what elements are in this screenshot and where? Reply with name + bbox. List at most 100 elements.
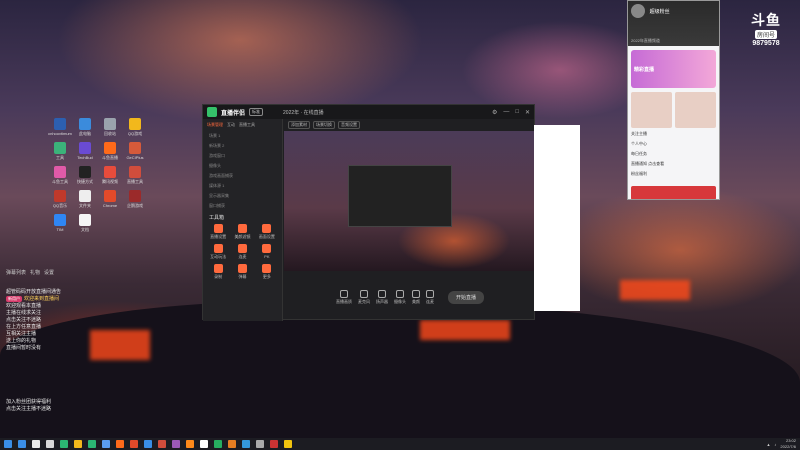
scene-item[interactable]: 显示器采集 (203, 191, 282, 201)
taskbar-app-icon[interactable] (116, 440, 124, 448)
close-icon[interactable]: ✕ (525, 109, 530, 116)
desktop-icon[interactable]: 快捷方式 (73, 166, 97, 185)
scene-item[interactable]: 摄像头 (203, 161, 282, 171)
settings-icon[interactable]: ⚙ (492, 109, 497, 116)
taskbar-app-icon[interactable] (130, 440, 138, 448)
taskbar-app-icon[interactable] (74, 440, 82, 448)
tool-button[interactable]: 录制 (207, 264, 229, 280)
desktop-icon[interactable]: 此电脑 (73, 118, 97, 137)
clock[interactable]: 23:02 2022/7/6 (780, 438, 796, 450)
taskbar-app-icon[interactable] (270, 440, 278, 448)
tool-button[interactable]: 画面设置 (256, 224, 278, 240)
taskbar-app-icon[interactable] (228, 440, 236, 448)
sidebar-tab[interactable]: 互动 (227, 122, 235, 128)
desktop-icon[interactable]: 斗鱼工具 (48, 166, 72, 185)
taskbar-app-icon[interactable] (284, 440, 292, 448)
list-item[interactable]: 每日任务 (631, 151, 716, 157)
desktop-icon[interactable]: TechBud (73, 142, 97, 160)
start-live-button[interactable]: 开始直播 (447, 290, 484, 304)
desktop-icon-label: 此电脑 (79, 131, 91, 136)
scene-item[interactable]: 游戏窗口 (203, 151, 282, 161)
stream-preview[interactable] (284, 131, 536, 271)
network-icon[interactable]: ▲ (766, 442, 770, 447)
tool-button[interactable]: 美颜滤镜 (231, 224, 253, 240)
taskbar-app-icon[interactable] (256, 440, 264, 448)
taskbar-app-icon[interactable] (46, 440, 54, 448)
list-item[interactable]: 关注主播 (631, 131, 716, 137)
bottom-control[interactable]: 连麦 (425, 289, 434, 305)
chat-tab[interactable]: 设置 (44, 269, 54, 276)
tool-button[interactable]: 弹幕 (231, 264, 253, 280)
desktop-icon[interactable]: 文档 (73, 214, 97, 233)
photo-thumbnail[interactable] (675, 92, 716, 128)
sidebar-tab[interactable]: 场景管理 (207, 122, 223, 128)
taskbar-app-icon[interactable] (60, 440, 68, 448)
chat-tab[interactable]: 礼物 (30, 269, 40, 276)
tool-button[interactable]: PK (256, 244, 278, 260)
list-item[interactable]: 直播通知 点击查看 (631, 161, 716, 167)
taskbar-app-icon[interactable] (144, 440, 152, 448)
taskbar-app-icon[interactable] (242, 440, 250, 448)
tool-label: 美颜滤镜 (234, 234, 251, 239)
desktop-icon[interactable]: 直播工具 (123, 166, 147, 185)
list-item[interactable]: 粉丝福利 (631, 171, 716, 177)
chat-app-panel[interactable]: 超级粉丝 2022年直播频道 精彩直播 关注主播 个人中心 每日任务 直播通知 点击查… (627, 0, 720, 200)
taskbar-app-icon[interactable] (88, 440, 96, 448)
toolbar-button[interactable]: 音频设置 (338, 121, 360, 129)
chat-app-banner[interactable]: 精彩直播 (631, 50, 716, 88)
scene-item[interactable]: 窗口捕获 (203, 201, 282, 211)
taskbar-app-icon[interactable] (200, 440, 208, 448)
tool-button[interactable]: 直播设置 (207, 224, 229, 240)
desktop-icon[interactable]: Chrome (98, 190, 122, 208)
chat-app-red-banner[interactable] (631, 186, 716, 199)
toolbar-button[interactable]: 场景切换 (313, 121, 335, 129)
photo-thumbnail[interactable] (631, 92, 672, 128)
bottom-control[interactable]: 美颜 (411, 289, 420, 305)
desktop-icon[interactable]: TIM (48, 214, 72, 232)
toolbar-button[interactable]: 添加素材 (288, 121, 310, 129)
scene-item[interactable]: 新场景 2 (203, 141, 282, 151)
desktop-icon[interactable]: QQ音乐 (48, 190, 72, 209)
bottom-control[interactable]: 麦克风 (358, 289, 370, 305)
sidebar-tab[interactable]: 直播工具 (239, 122, 255, 128)
avatar[interactable] (631, 4, 645, 18)
desktop-icon[interactable]: GeCIPlus (123, 142, 147, 160)
bottom-control[interactable]: 扬声器 (376, 289, 388, 305)
scene-item[interactable]: 游戏画面捕获 (203, 171, 282, 181)
taskbar-app-icon[interactable] (32, 440, 40, 448)
taskbar-app-icon[interactable] (102, 440, 110, 448)
volume-icon[interactable]: ♪ (774, 442, 776, 447)
tool-button[interactable]: 连麦 (231, 244, 253, 260)
taskbar-app-icon[interactable] (158, 440, 166, 448)
taskbar-app-icon[interactable] (186, 440, 194, 448)
chat-tab-bar: 弹幕列表 礼物 设置 (6, 268, 106, 276)
app-icon (79, 190, 91, 202)
desktop-icon[interactable]: 回收站 (98, 118, 122, 137)
taskbar-app-icon[interactable] (172, 440, 180, 448)
chat-tab[interactable]: 弹幕列表 (6, 269, 26, 276)
streaming-app-window[interactable]: 直播伴侣 标准 2022年 · 在线直播 ⚙ — □ ✕ 场景管理 互动 直播工具 … (202, 104, 536, 321)
desktop-icon[interactable]: 工具 (48, 142, 72, 161)
desktop-icon[interactable]: 企鹅游戏 (123, 190, 147, 209)
scene-item[interactable]: 场景 1 (203, 131, 282, 141)
desktop-icon[interactable]: 文件夹 (73, 190, 97, 209)
tool-button[interactable]: 更多 (256, 264, 278, 280)
bottom-control[interactable]: 直播画质 (336, 289, 352, 305)
desktop-icon[interactable]: cnhoovtimum (48, 118, 72, 136)
blank-window[interactable] (534, 125, 580, 311)
scene-item[interactable]: 媒体源 1 (203, 181, 282, 191)
list-item[interactable]: 个人中心 (631, 141, 716, 147)
control-icon (425, 289, 434, 298)
maximize-icon[interactable]: □ (515, 109, 519, 116)
desktop-icon[interactable]: 腾讯视频 (98, 166, 122, 185)
taskbar-app-icon[interactable] (18, 440, 26, 448)
tool-button[interactable]: 互动玩法 (207, 244, 229, 260)
desktop-icon[interactable]: 斗鱼直播 (98, 142, 122, 161)
nested-preview-window (348, 165, 452, 227)
start-icon[interactable] (4, 440, 12, 448)
minimize-icon[interactable]: — (503, 109, 509, 116)
taskbar-app-icon[interactable] (214, 440, 222, 448)
desktop-icon[interactable]: QQ游戏 (123, 118, 147, 137)
bottom-control[interactable]: 摄像头 (394, 289, 406, 305)
tool-label: 画面设置 (258, 234, 275, 239)
